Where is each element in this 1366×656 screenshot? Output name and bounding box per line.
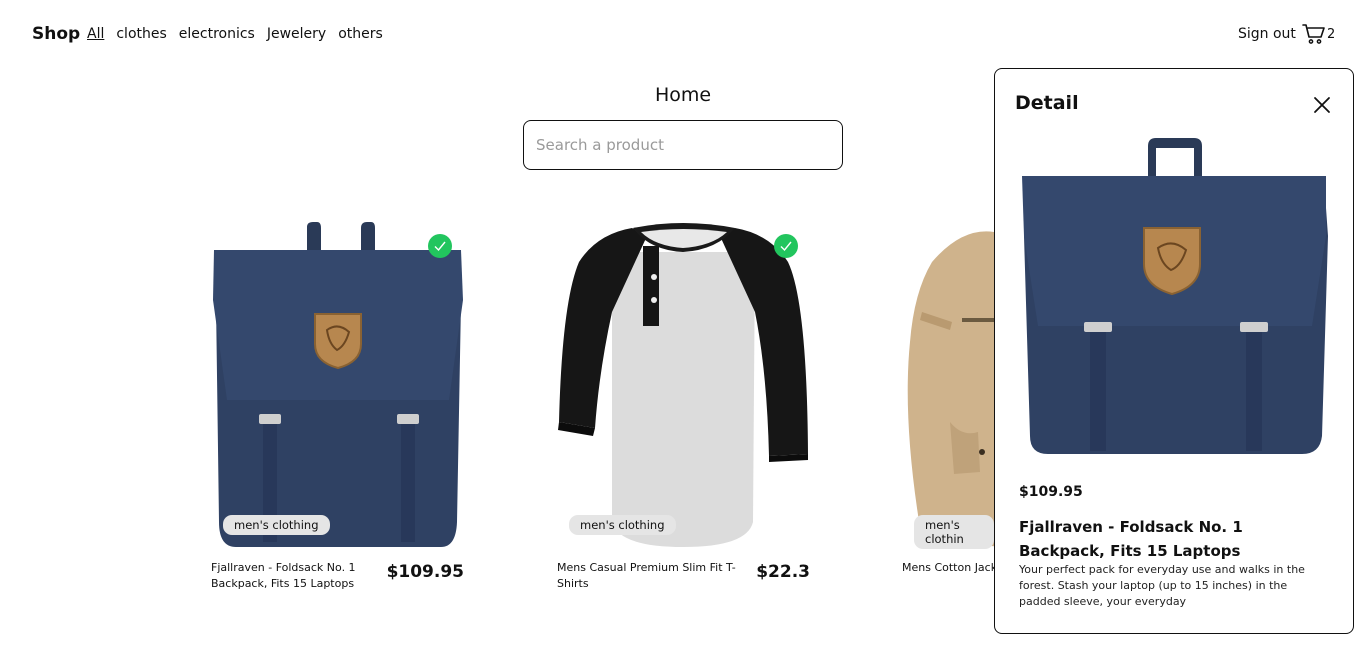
category-badge: men's clothing (223, 515, 330, 535)
detail-product-name: Fjallraven - Foldsack No. 1 Backpack, Fi… (1019, 518, 1243, 560)
brand-logo[interactable]: Shop (32, 24, 80, 44)
product-name: Fjallraven - Foldsack No. 1 Backpack, Fi… (211, 561, 356, 590)
sign-out-link[interactable]: Sign out (1238, 26, 1296, 42)
product-image-backpack (213, 222, 463, 547)
cart-icon (1302, 24, 1325, 44)
detail-image-backpack (1022, 138, 1328, 454)
product-price: $109.95 (386, 562, 464, 582)
detail-description: Your perfect pack for everyday use and w… (1019, 563, 1305, 608)
cart-button[interactable]: 2 (1302, 23, 1335, 45)
detail-title: Detail (1015, 92, 1079, 114)
nav-link-electronics[interactable]: electronics (179, 26, 255, 42)
nav-link-jewelery[interactable]: Jewelery (267, 26, 326, 42)
top-navbar: Shop All clothes electronics Jewelery ot… (0, 0, 1366, 70)
product-detail-panel: Detail $109.95 Fjallraven - Foldsack No.… (994, 68, 1354, 634)
nav-link-others[interactable]: others (338, 26, 383, 42)
close-icon[interactable] (1311, 94, 1333, 116)
nav-link-clothes[interactable]: clothes (116, 26, 166, 42)
product-image-t-shirt (558, 223, 808, 547)
product-name: Mens Cotton Jack (902, 561, 994, 574)
category-nav: All clothes electronics Jewelery others (87, 26, 395, 42)
product-price: $22.3 (756, 562, 810, 582)
in-cart-check-icon[interactable] (428, 234, 452, 258)
search-input[interactable] (523, 120, 843, 170)
product-name: Mens Casual Premium Slim Fit T-Shirts (557, 561, 736, 590)
nav-link-all[interactable]: All (87, 26, 104, 42)
product-card[interactable]: men's clothin Mens Cotton Jack (902, 222, 994, 602)
category-badge: men's clothing (569, 515, 676, 535)
in-cart-check-icon[interactable] (774, 234, 798, 258)
product-card[interactable]: men's clothing Mens Casual Premium Slim … (557, 222, 810, 602)
category-badge: men's clothin (914, 515, 994, 549)
product-image-jacket (907, 231, 994, 547)
cart-count: 2 (1327, 26, 1336, 42)
product-card[interactable]: men's clothing Fjallraven - Foldsack No.… (211, 222, 464, 602)
detail-price: $109.95 (1019, 484, 1083, 500)
